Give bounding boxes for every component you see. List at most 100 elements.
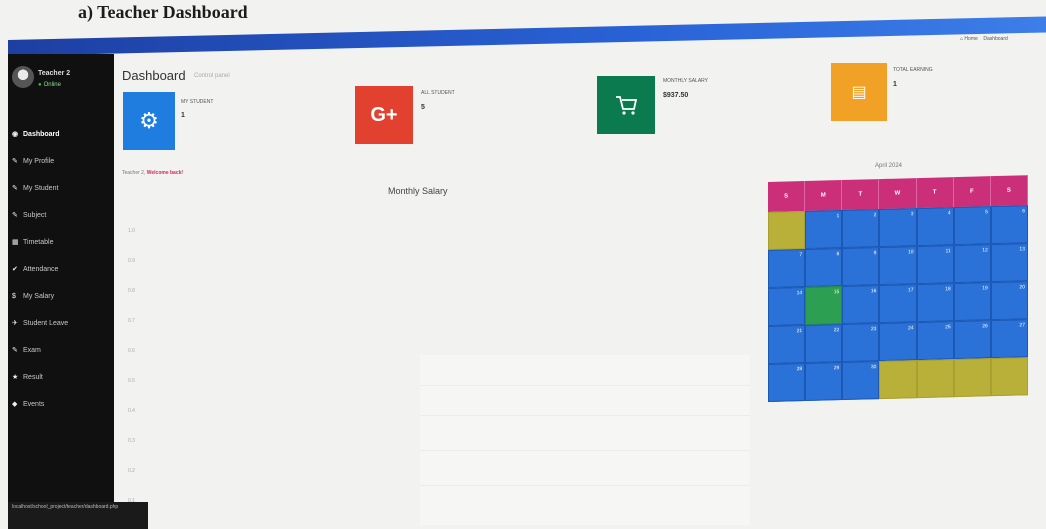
calendar-empty-day <box>916 359 954 399</box>
check-icon: ✔ <box>12 266 18 273</box>
calendar-title: April 2024 <box>875 163 903 169</box>
weekday: T <box>916 177 954 209</box>
calendar-day[interactable]: 5 <box>953 206 991 246</box>
sidebar-nav: ◉ Dashboard ✎ My Profile ✎ My Student ✎ Subj… <box>8 128 114 425</box>
welcome-highlight: Welcome back! <box>146 170 184 176</box>
breadcrumb-home[interactable]: Home <box>964 36 977 42</box>
calendar-day[interactable]: 22 <box>805 324 843 364</box>
money-icon: $ <box>12 293 16 300</box>
calendar-grid: 1 2 3 4 5 6 7 8 9 10 11 12 13 14 15 16 17 18 19 20 21 22 23 24 2… <box>768 205 1028 402</box>
y-tick: 0.4 <box>128 408 135 414</box>
money-icon: ▤ <box>831 63 887 121</box>
calendar-day[interactable]: 3 <box>879 208 917 248</box>
page-title: Dashboard <box>122 68 186 83</box>
weekday: S <box>990 175 1028 207</box>
dashboard-icon: ◉ <box>12 131 19 138</box>
cart-icon <box>597 76 655 134</box>
calendar-day[interactable]: 27 <box>990 319 1028 359</box>
calendar-day[interactable]: 16 <box>842 285 880 325</box>
exam-icon: ✎ <box>12 347 18 354</box>
tile-label: Total Earning <box>893 67 933 73</box>
calendar-day[interactable]: 26 <box>953 320 991 360</box>
calendar-day[interactable]: 15 <box>805 286 843 326</box>
calendar-empty-day <box>768 211 806 250</box>
calendar-day[interactable]: 4 <box>916 207 954 247</box>
calendar-day[interactable]: 21 <box>768 325 806 364</box>
sidebar-item-result[interactable]: ★ Result <box>8 371 114 398</box>
leave-icon: ✈ <box>12 320 18 327</box>
y-tick: 0.5 <box>128 378 135 384</box>
sidebar-item-my-salary[interactable]: $ My Salary <box>8 290 114 317</box>
calendar-day[interactable]: 30 <box>842 361 880 401</box>
weekday: F <box>953 176 991 208</box>
browser-status-bar: localhost/school_project/teacher/dashboa… <box>8 502 148 529</box>
gear-icon: ⚙ <box>123 92 175 150</box>
sidebar-item-timetable[interactable]: ▦ Timetable <box>8 236 114 263</box>
user-panel: Teacher 2 Online <box>12 62 112 100</box>
tile-value: 5 <box>421 104 425 111</box>
sidebar-item-events[interactable]: ◆ Events <box>8 398 114 425</box>
sidebar: Teacher 2 Online ◉Dashboard ✎My Profile … <box>8 54 114 529</box>
calendar: S M T W T F S 1 2 3 4 5 6 7 8 9 10 11 12 13 14 15 16 17 1… <box>768 175 1028 402</box>
y-tick: 0.1 <box>128 498 135 504</box>
user-icon: ✎ <box>12 158 18 165</box>
welcome-message: Teacher 2, Welcome back! <box>122 170 184 176</box>
weekday: S <box>768 181 806 212</box>
tile-label: Monthly Salary <box>663 78 709 84</box>
calendar-empty-day <box>879 360 917 400</box>
users-icon: ✎ <box>12 185 18 192</box>
breadcrumb-current: Dashboard <box>983 36 1008 42</box>
sidebar-item-dashboard[interactable]: ◉ Dashboard <box>8 128 114 155</box>
y-tick: 0.9 <box>128 258 135 264</box>
sidebar-item-student-leave[interactable]: ✈ Student Leave <box>8 317 114 344</box>
sidebar-item-attendance[interactable]: ✔ Attendance <box>8 263 114 290</box>
calendar-day[interactable]: 1 <box>805 210 843 250</box>
calendar-day[interactable]: 18 <box>916 283 954 323</box>
google-plus-icon: G+ <box>355 86 413 144</box>
book-icon: ✎ <box>12 212 18 219</box>
ghost-table-area <box>420 355 750 525</box>
calendar-day[interactable]: 11 <box>916 245 954 285</box>
sidebar-item-my-student[interactable]: ✎ My Student <box>8 182 114 209</box>
y-tick: 0.3 <box>128 438 135 444</box>
calendar-day[interactable]: 28 <box>768 363 806 402</box>
calendar-day[interactable]: 10 <box>879 246 917 286</box>
figure-caption: a) Teacher Dashboard <box>78 2 248 22</box>
weekday: W <box>879 178 917 210</box>
calendar-day[interactable]: 14 <box>768 287 806 326</box>
event-icon: ◆ <box>12 401 18 408</box>
user-status: Online <box>38 82 61 88</box>
breadcrumb: ⌂ Home Dashboard <box>960 36 1008 42</box>
calendar-day[interactable]: 25 <box>916 321 954 361</box>
y-tick: 1.0 <box>128 228 135 234</box>
calendar-icon: ▦ <box>12 239 19 246</box>
calendar-day[interactable]: 29 <box>805 362 843 402</box>
tile-value: $937.50 <box>663 92 689 99</box>
calendar-day[interactable]: 19 <box>953 282 991 322</box>
calendar-day[interactable]: 13 <box>990 243 1028 283</box>
calendar-empty-day <box>953 358 991 398</box>
y-tick: 0.6 <box>128 348 135 354</box>
y-tick: 0.7 <box>128 318 135 324</box>
tile-value: 1 <box>893 81 897 88</box>
calendar-day[interactable]: 17 <box>879 284 917 324</box>
home-icon[interactable]: ⌂ <box>960 36 963 42</box>
calendar-day[interactable]: 20 <box>990 281 1028 321</box>
calendar-day[interactable]: 23 <box>842 323 880 363</box>
calendar-day[interactable]: 12 <box>953 244 991 284</box>
weekday: M <box>805 180 843 212</box>
sidebar-item-my-profile[interactable]: ✎ My Profile <box>8 155 114 182</box>
calendar-day[interactable]: 6 <box>990 205 1028 245</box>
calendar-day[interactable]: 8 <box>805 248 843 288</box>
calendar-empty-day <box>990 357 1028 397</box>
calendar-day[interactable]: 9 <box>842 247 880 287</box>
user-name: Teacher 2 <box>38 70 71 77</box>
calendar-day[interactable]: 2 <box>842 209 880 249</box>
calendar-day[interactable]: 7 <box>768 249 806 288</box>
page-subtitle: Control panel <box>194 73 230 79</box>
sidebar-item-subject[interactable]: ✎ Subject <box>8 209 114 236</box>
sidebar-item-exam[interactable]: ✎ Exam <box>8 344 114 371</box>
calendar-day[interactable]: 24 <box>879 322 917 362</box>
salary-chart-title: Monthly Salary <box>388 186 448 196</box>
y-tick: 0.8 <box>128 288 135 294</box>
